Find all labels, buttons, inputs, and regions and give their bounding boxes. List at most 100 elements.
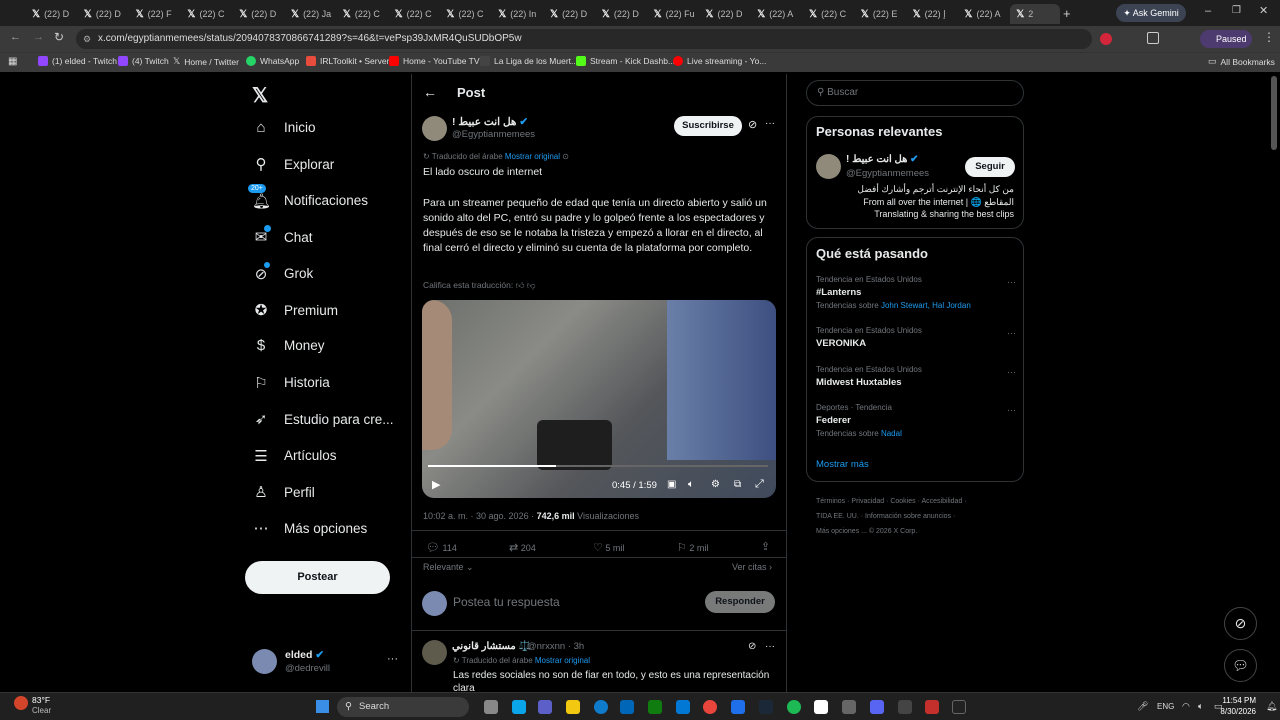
steam-icon[interactable] <box>759 700 773 714</box>
browser-tab[interactable]: 𝕏 (22) C <box>337 4 387 24</box>
browser-tab[interactable]: 𝕏 (22) C <box>803 4 853 24</box>
account-more-icon[interactable]: ··· <box>387 653 398 665</box>
trend-more-icon[interactable]: ··· <box>1007 367 1016 377</box>
trend-more-icon[interactable]: ··· <box>1007 328 1016 338</box>
wifi-icon[interactable]: ◠ <box>1182 701 1190 712</box>
sidebar-item-grok[interactable]: ⊘ Grok <box>252 261 313 283</box>
trend-related-links[interactable]: John Stewart, Hal Jordan <box>881 301 971 310</box>
author-name[interactable]: ✔ هل انت عبيط ! <box>452 116 528 128</box>
bookmark-item[interactable]: La Liga de los Muert... <box>480 56 578 66</box>
taskbar-search[interactable]: ⚲ Search <box>337 697 469 717</box>
browser-tab[interactable]: 𝕏 (22) F <box>130 4 180 24</box>
settings-icon[interactable]: ⚙ <box>711 479 720 490</box>
bookmark-item[interactable]: 𝕏 Home / Twitter <box>173 56 239 67</box>
captions-icon[interactable]: ▣ <box>667 479 676 490</box>
extensions-icon[interactable] <box>1147 32 1159 44</box>
bookmark-item[interactable]: Home - YouTube TV <box>389 56 480 66</box>
browser-tab[interactable]: 𝕏 (22) In <box>492 4 542 24</box>
browser-tab[interactable]: 𝕏 (22) Fu <box>648 4 698 24</box>
close-window-button[interactable]: ✕ <box>1259 4 1268 17</box>
chrome-menu-icon[interactable]: ⋮ <box>1263 30 1275 44</box>
sidebar-item-estudio-para-cre[interactable]: ➶ Estudio para cre... <box>252 410 394 428</box>
repost-action[interactable]: ⇄ 204 <box>509 541 536 554</box>
app-icon[interactable] <box>898 700 912 714</box>
clock-time[interactable]: 11:54 PM <box>1216 696 1256 705</box>
browser-tab[interactable]: 𝕏 (22) Ja <box>285 4 335 24</box>
trend-item[interactable]: Deportes · Tendencia Federer Tendencias so… <box>816 403 1016 438</box>
trend-item[interactable]: Tendencia en Estados Unidos VERONIKA ··· <box>816 326 1016 349</box>
sidebar-item-chat[interactable]: ✉ Chat <box>252 225 313 246</box>
trend-more-icon[interactable]: ··· <box>1007 277 1016 287</box>
browser-tab[interactable]: 𝕏2 <box>1010 4 1061 24</box>
footer-link[interactable]: Accesibilidad <box>921 498 962 505</box>
browser-tab[interactable]: 𝕏 (22) D <box>233 4 283 24</box>
bookmark-action[interactable]: ⚐ 2 mil <box>677 541 708 554</box>
browser-tab[interactable]: 𝕏 (22) D <box>26 4 76 24</box>
pip-icon[interactable]: ⧉ <box>734 479 741 490</box>
grok-float-icon[interactable]: ⊘ <box>1224 607 1257 640</box>
follow-button[interactable]: Seguir <box>965 157 1015 177</box>
browser-tab[interactable]: 𝕏 (22) إ <box>907 4 957 24</box>
author-handle[interactable]: @Egyptianmemees <box>452 129 535 140</box>
extension-icon[interactable] <box>1100 33 1112 45</box>
teams-icon[interactable] <box>538 700 552 714</box>
page-scrollbar[interactable] <box>1271 76 1277 150</box>
apps-icon[interactable]: ▦ <box>8 56 17 67</box>
outlook-icon[interactable] <box>676 700 690 714</box>
video-player[interactable]: ▶ 0:45 / 1:59 ▣ 🔈︎ ⚙ ⧉ ⤢ <box>422 300 776 498</box>
browser-tab[interactable]: 𝕏 (22) E <box>855 4 905 24</box>
person-name[interactable]: ✔ هل انت عبيط ! <box>846 154 919 165</box>
app-icon[interactable] <box>731 700 745 714</box>
profile-paused-button[interactable]: Paused <box>1200 30 1252 48</box>
thumbs-down-icon[interactable]: 👎︎ <box>527 280 536 290</box>
back-icon[interactable]: ← <box>10 31 21 43</box>
file-explorer-icon[interactable] <box>566 700 580 714</box>
sidebar-item-historia[interactable]: ⚐ Historia <box>252 374 330 392</box>
bookmark-item[interactable]: (4) Twitch <box>118 56 169 66</box>
reply-author-name[interactable]: مستشار قانوني ⚖️ <box>452 641 531 652</box>
task-view-icon[interactable] <box>484 700 498 714</box>
language-indicator[interactable]: ENG <box>1157 702 1174 711</box>
volume-icon[interactable]: 🔈︎ <box>1198 701 1203 712</box>
weather-icon[interactable] <box>14 696 28 710</box>
sidebar-item-money[interactable]: $ Money <box>252 337 325 354</box>
back-arrow-icon[interactable]: ← <box>423 84 437 100</box>
sidebar-item-explorar[interactable]: ⚲ Explorar <box>252 155 335 173</box>
ask-gemini-button[interactable]: ✦ Ask Gemini <box>1116 4 1186 22</box>
browser-tab[interactable]: 𝕏 (22) A <box>958 4 1008 24</box>
xbox-icon[interactable] <box>648 700 662 714</box>
reply-input[interactable]: Postea tu respuesta <box>453 595 560 609</box>
sidebar-item-más-opciones[interactable]: ⋯ Más opciones <box>252 519 368 537</box>
subscribe-button[interactable]: Suscribirse <box>674 116 742 136</box>
trend-more-icon[interactable]: ··· <box>1007 405 1016 415</box>
address-bar[interactable]: ⚙ x.com/egyptianmemees/status/2094078370… <box>76 29 1092 49</box>
site-info-icon[interactable]: ⚙ <box>83 29 91 49</box>
browser-tab[interactable]: 𝕏 (22) D <box>699 4 749 24</box>
grok-icon[interactable]: ⊘ <box>748 118 757 131</box>
reply-more-icon[interactable]: ··· <box>765 641 775 652</box>
bookmark-item[interactable]: WhatsApp <box>246 56 299 66</box>
author-avatar[interactable] <box>422 116 447 141</box>
account-name[interactable]: elded ✔ <box>285 649 324 661</box>
sidebar-item-artículos[interactable]: ☰ Artículos <box>252 447 336 465</box>
store-icon[interactable] <box>620 700 634 714</box>
sidebar-item-inicio[interactable]: ⌂ Inicio <box>252 119 315 136</box>
fullscreen-icon[interactable]: ⤢ <box>755 478 764 491</box>
browser-tab[interactable]: 𝕏 (22) D <box>78 4 128 24</box>
show-more-link[interactable]: Mostrar más <box>816 459 869 470</box>
reply-author-avatar[interactable] <box>422 640 447 665</box>
copilot-icon[interactable] <box>512 700 526 714</box>
sidebar-item-notificaciones[interactable]: 🔔︎ 20+ Notificaciones <box>248 183 368 210</box>
browser-tab[interactable]: 𝕏 (22) C <box>181 4 231 24</box>
all-bookmarks[interactable]: ▭ All Bookmarks <box>1208 56 1275 67</box>
search-box[interactable]: ⚲ Buscar <box>806 80 1024 106</box>
sidebar-item-perfil[interactable]: ♙ Perfil <box>252 483 315 501</box>
reload-icon[interactable]: ↻ <box>54 30 64 44</box>
discord-icon[interactable] <box>870 700 884 714</box>
bookmark-item[interactable]: Stream - Kick Dashb... <box>576 56 675 66</box>
minimize-button[interactable]: – <box>1205 5 1211 17</box>
bookmark-item[interactable]: Live streaming - Yo... <box>673 56 766 66</box>
trend-item[interactable]: Tendencia en Estados Unidos Midwest Huxta… <box>816 365 1016 388</box>
trend-item[interactable]: Tendencia en Estados Unidos #Lanterns Tend… <box>816 275 1016 310</box>
x-app-icon[interactable] <box>952 700 966 714</box>
